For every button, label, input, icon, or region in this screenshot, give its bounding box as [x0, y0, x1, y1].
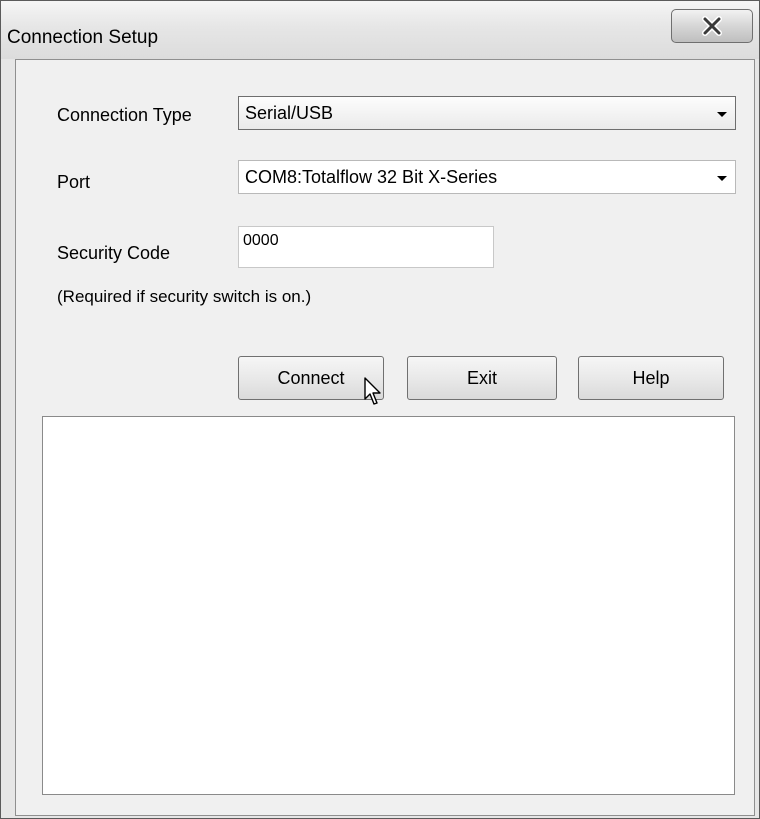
security-code-note: (Required if security switch is on.): [57, 287, 312, 306]
connection-type-value: Serial/USB: [245, 103, 334, 123]
security-code-value: 0000: [243, 232, 279, 249]
connection-type-select[interactable]: Serial/USB: [238, 96, 736, 130]
security-code-input[interactable]: 0000: [238, 226, 494, 268]
mouse-pointer-icon: [364, 377, 381, 405]
help-button[interactable]: Help: [578, 356, 724, 400]
connection-output-area[interactable]: [42, 416, 735, 795]
connect-button[interactable]: Connect: [238, 356, 384, 400]
connection-type-label: Connection Type: [57, 105, 192, 125]
port-value: COM8:Totalflow 32 Bit X-Series: [245, 167, 498, 187]
dialog-body: Connection Type Serial/USB Port COM8:Tot…: [15, 59, 755, 816]
security-code-label: Security Code: [57, 243, 171, 263]
port-select[interactable]: COM8:Totalflow 32 Bit X-Series: [238, 160, 736, 194]
port-label: Port: [57, 172, 91, 192]
window-title: Connection Setup: [7, 27, 159, 48]
chevron-down-icon: [717, 112, 727, 117]
chevron-down-icon: [717, 176, 727, 181]
close-button[interactable]: [671, 9, 753, 43]
connection-setup-window: Connection Setup Connection Type Serial/…: [0, 0, 760, 819]
close-icon: [702, 16, 722, 36]
title-bar[interactable]: Connection Setup: [1, 1, 759, 59]
exit-button[interactable]: Exit: [407, 356, 557, 400]
